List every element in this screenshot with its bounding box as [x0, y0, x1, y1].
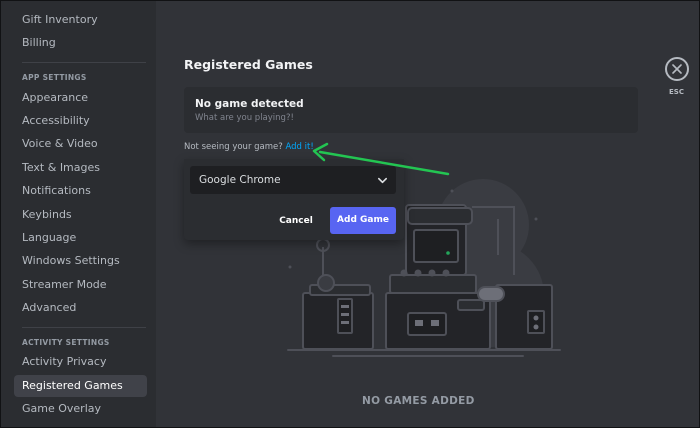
sidebar-item-advanced[interactable]: Advanced [14, 297, 147, 319]
close-settings-button[interactable] [665, 57, 689, 81]
sidebar-item-billing[interactable]: Billing [14, 32, 147, 54]
section-header-app-settings: APP SETTINGS [22, 73, 87, 82]
esc-label: ESC [669, 88, 684, 96]
sidebar-item-language[interactable]: Language [14, 227, 147, 249]
sidebar-item-voice-video[interactable]: Voice & Video [14, 133, 147, 155]
not-seeing-label: Not seeing your game? [184, 142, 283, 152]
game-select-dropdown[interactable]: Google Chrome [190, 166, 396, 194]
page-title: Registered Games [184, 57, 313, 72]
sidebar-item-text-images[interactable]: Text & Images [14, 157, 147, 179]
add-game-popout: Google Chrome Cancel Add Game [184, 159, 404, 240]
add-game-button[interactable]: Add Game [330, 207, 396, 234]
selected-game-value: Google Chrome [199, 174, 281, 186]
sidebar-item-streamer-mode[interactable]: Streamer Mode [14, 274, 147, 296]
add-it-link[interactable]: Add it! [285, 142, 313, 152]
sidebar-item-game-overlay[interactable]: Game Overlay [14, 398, 147, 420]
chevron-down-icon [378, 177, 387, 184]
sidebar-divider [22, 62, 146, 63]
detection-subtitle: What are you playing?! [195, 113, 294, 123]
sidebar-item-appearance[interactable]: Appearance [14, 87, 147, 109]
sidebar-item-windows-settings[interactable]: Windows Settings [14, 250, 147, 272]
sidebar-item-keybinds[interactable]: Keybinds [14, 204, 147, 226]
sidebar-item-accessibility[interactable]: Accessibility [14, 110, 147, 132]
not-seeing-game-text: Not seeing your game? Add it! [184, 142, 314, 152]
settings-sidebar: Gift Inventory Billing APP SETTINGS Appe… [0, 0, 156, 428]
cancel-button[interactable]: Cancel [276, 209, 316, 233]
sidebar-item-notifications[interactable]: Notifications [14, 180, 147, 202]
sidebar-item-registered-games[interactable]: Registered Games [14, 375, 147, 397]
empty-state-text: NO GAMES ADDED [362, 395, 475, 407]
sidebar-item-gift-inventory[interactable]: Gift Inventory [14, 9, 147, 31]
game-detection-panel: No game detected What are you playing?! [184, 87, 638, 133]
sidebar-divider [22, 327, 146, 328]
sidebar-item-activity-privacy[interactable]: Activity Privacy [14, 351, 147, 373]
detection-title: No game detected [195, 98, 304, 110]
close-icon [672, 64, 682, 74]
section-header-activity-settings: ACTIVITY SETTINGS [22, 338, 110, 347]
